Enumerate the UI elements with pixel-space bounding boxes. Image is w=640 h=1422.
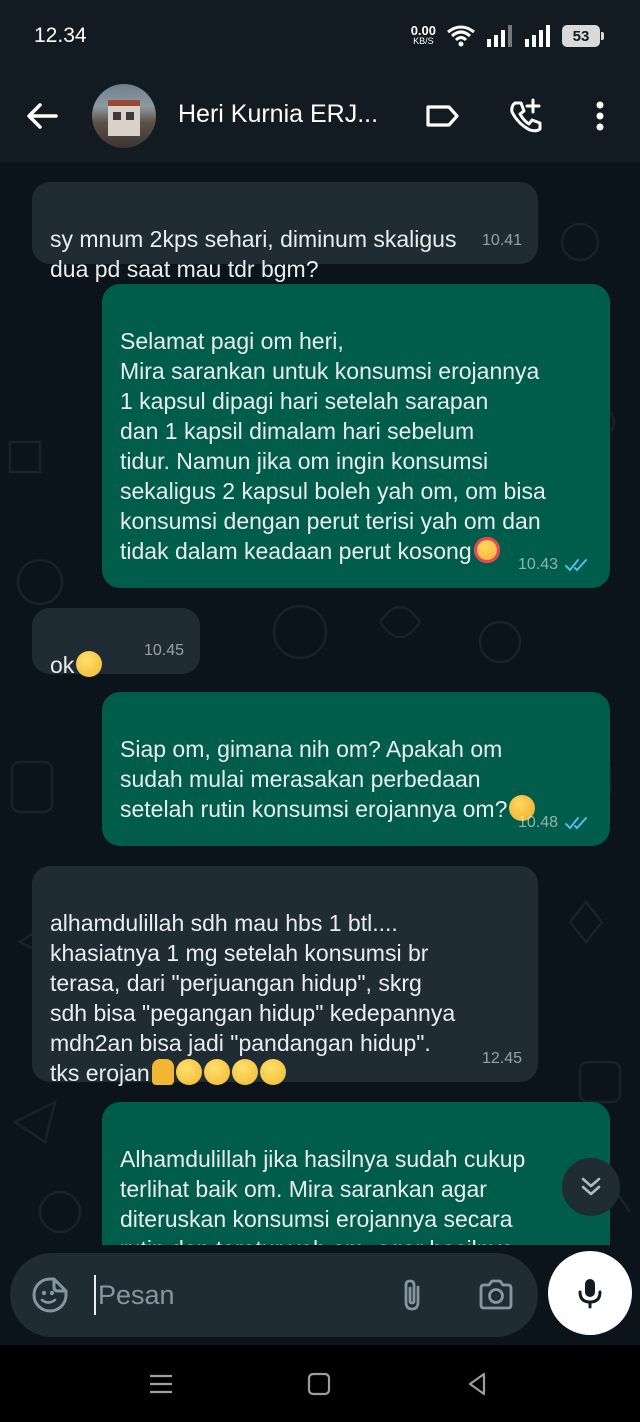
attach-icon[interactable] — [392, 1275, 432, 1315]
contact-avatar[interactable] — [92, 84, 156, 148]
message-time: 12.45 — [481, 1050, 522, 1067]
status-time: 12.34 — [34, 24, 87, 47]
message-text: ok — [50, 652, 75, 678]
mic-button[interactable] — [548, 1251, 632, 1335]
network-speed-value: 0.00 — [410, 23, 436, 38]
message-time: 10.43 — [517, 556, 558, 573]
status-bar: 12.34 0.00 KB/S 53 — [0, 0, 640, 72]
ok-hand-icon — [76, 651, 103, 677]
mic-icon — [578, 1279, 602, 1309]
message-incoming[interactable]: sy mnum 2kps sehari, diminum skaligus du… — [32, 182, 538, 282]
scroll-down-icon — [581, 1177, 601, 1196]
contact-name[interactable]: Heri Kurnia ERJ... — [178, 100, 378, 129]
message-time: 10.48 — [517, 814, 558, 831]
smiling-face-with-hearts-icon — [473, 537, 500, 563]
thumbs-up-icon — [203, 1059, 230, 1085]
message-text: Alhamdulillah jika hasilnya sudah cukup … — [120, 1146, 526, 1245]
camera-icon[interactable] — [476, 1275, 516, 1315]
scroll-down-button[interactable] — [562, 1158, 620, 1216]
message-outgoing[interactable]: Siap om, gimana nih om? Apakah om sudah … — [102, 692, 610, 846]
read-ticks-icon — [565, 817, 587, 830]
ok-hand-icon — [175, 1059, 202, 1085]
thumbs-up-icon — [231, 1059, 258, 1085]
message-outgoing[interactable]: Selamat pagi om heri, Mira sarankan untu… — [102, 284, 610, 588]
message-input[interactable] — [94, 1275, 374, 1315]
add-call-icon[interactable] — [506, 96, 546, 136]
network-speed: 0.00 KB/S — [410, 23, 436, 47]
message-composer — [10, 1253, 538, 1337]
read-ticks-icon — [565, 559, 587, 572]
back-arrow-icon[interactable] — [22, 96, 62, 136]
recent-apps-icon[interactable] — [146, 1369, 176, 1399]
battery-indicator: 53 — [562, 25, 604, 47]
label-icon[interactable] — [422, 96, 462, 136]
back-nav-icon[interactable] — [462, 1369, 492, 1399]
signal-icon-1 — [487, 25, 512, 47]
message-time: 10.45 — [143, 642, 184, 659]
system-nav-bar — [0, 1345, 640, 1422]
message-incoming[interactable]: ok 10.45 — [32, 608, 200, 678]
input-bar — [0, 1245, 640, 1345]
thumbs-up-icon — [259, 1059, 286, 1085]
message-outgoing[interactable]: Alhamdulillah jika hasilnya sudah cukup … — [102, 1102, 610, 1245]
emoji-sticker-icon[interactable] — [30, 1275, 70, 1315]
message-incoming[interactable]: alhamdulillah sdh mau hbs 1 btl.... khas… — [32, 866, 538, 1086]
pray-icon — [151, 1059, 174, 1085]
signal-icon-2 — [525, 25, 550, 47]
chat-header: Heri Kurnia ERJ... — [0, 72, 640, 162]
message-text: Siap om, gimana nih om? Apakah om sudah … — [120, 736, 508, 822]
more-vert-icon[interactable] — [580, 96, 620, 136]
message-text: Selamat pagi om heri, Mira sarankan untu… — [120, 328, 546, 564]
network-speed-unit: KB/S — [413, 36, 434, 46]
wifi-icon — [447, 25, 475, 47]
chat-area[interactable]: sy mnum 2kps sehari, diminum skaligus du… — [0, 162, 640, 1245]
message-time: 10.41 — [481, 232, 522, 249]
home-icon[interactable] — [304, 1369, 334, 1399]
status-icons: 0.00 KB/S 53 — [410, 22, 604, 50]
message-text: alhamdulillah sdh mau hbs 1 btl.... khas… — [50, 910, 456, 1086]
